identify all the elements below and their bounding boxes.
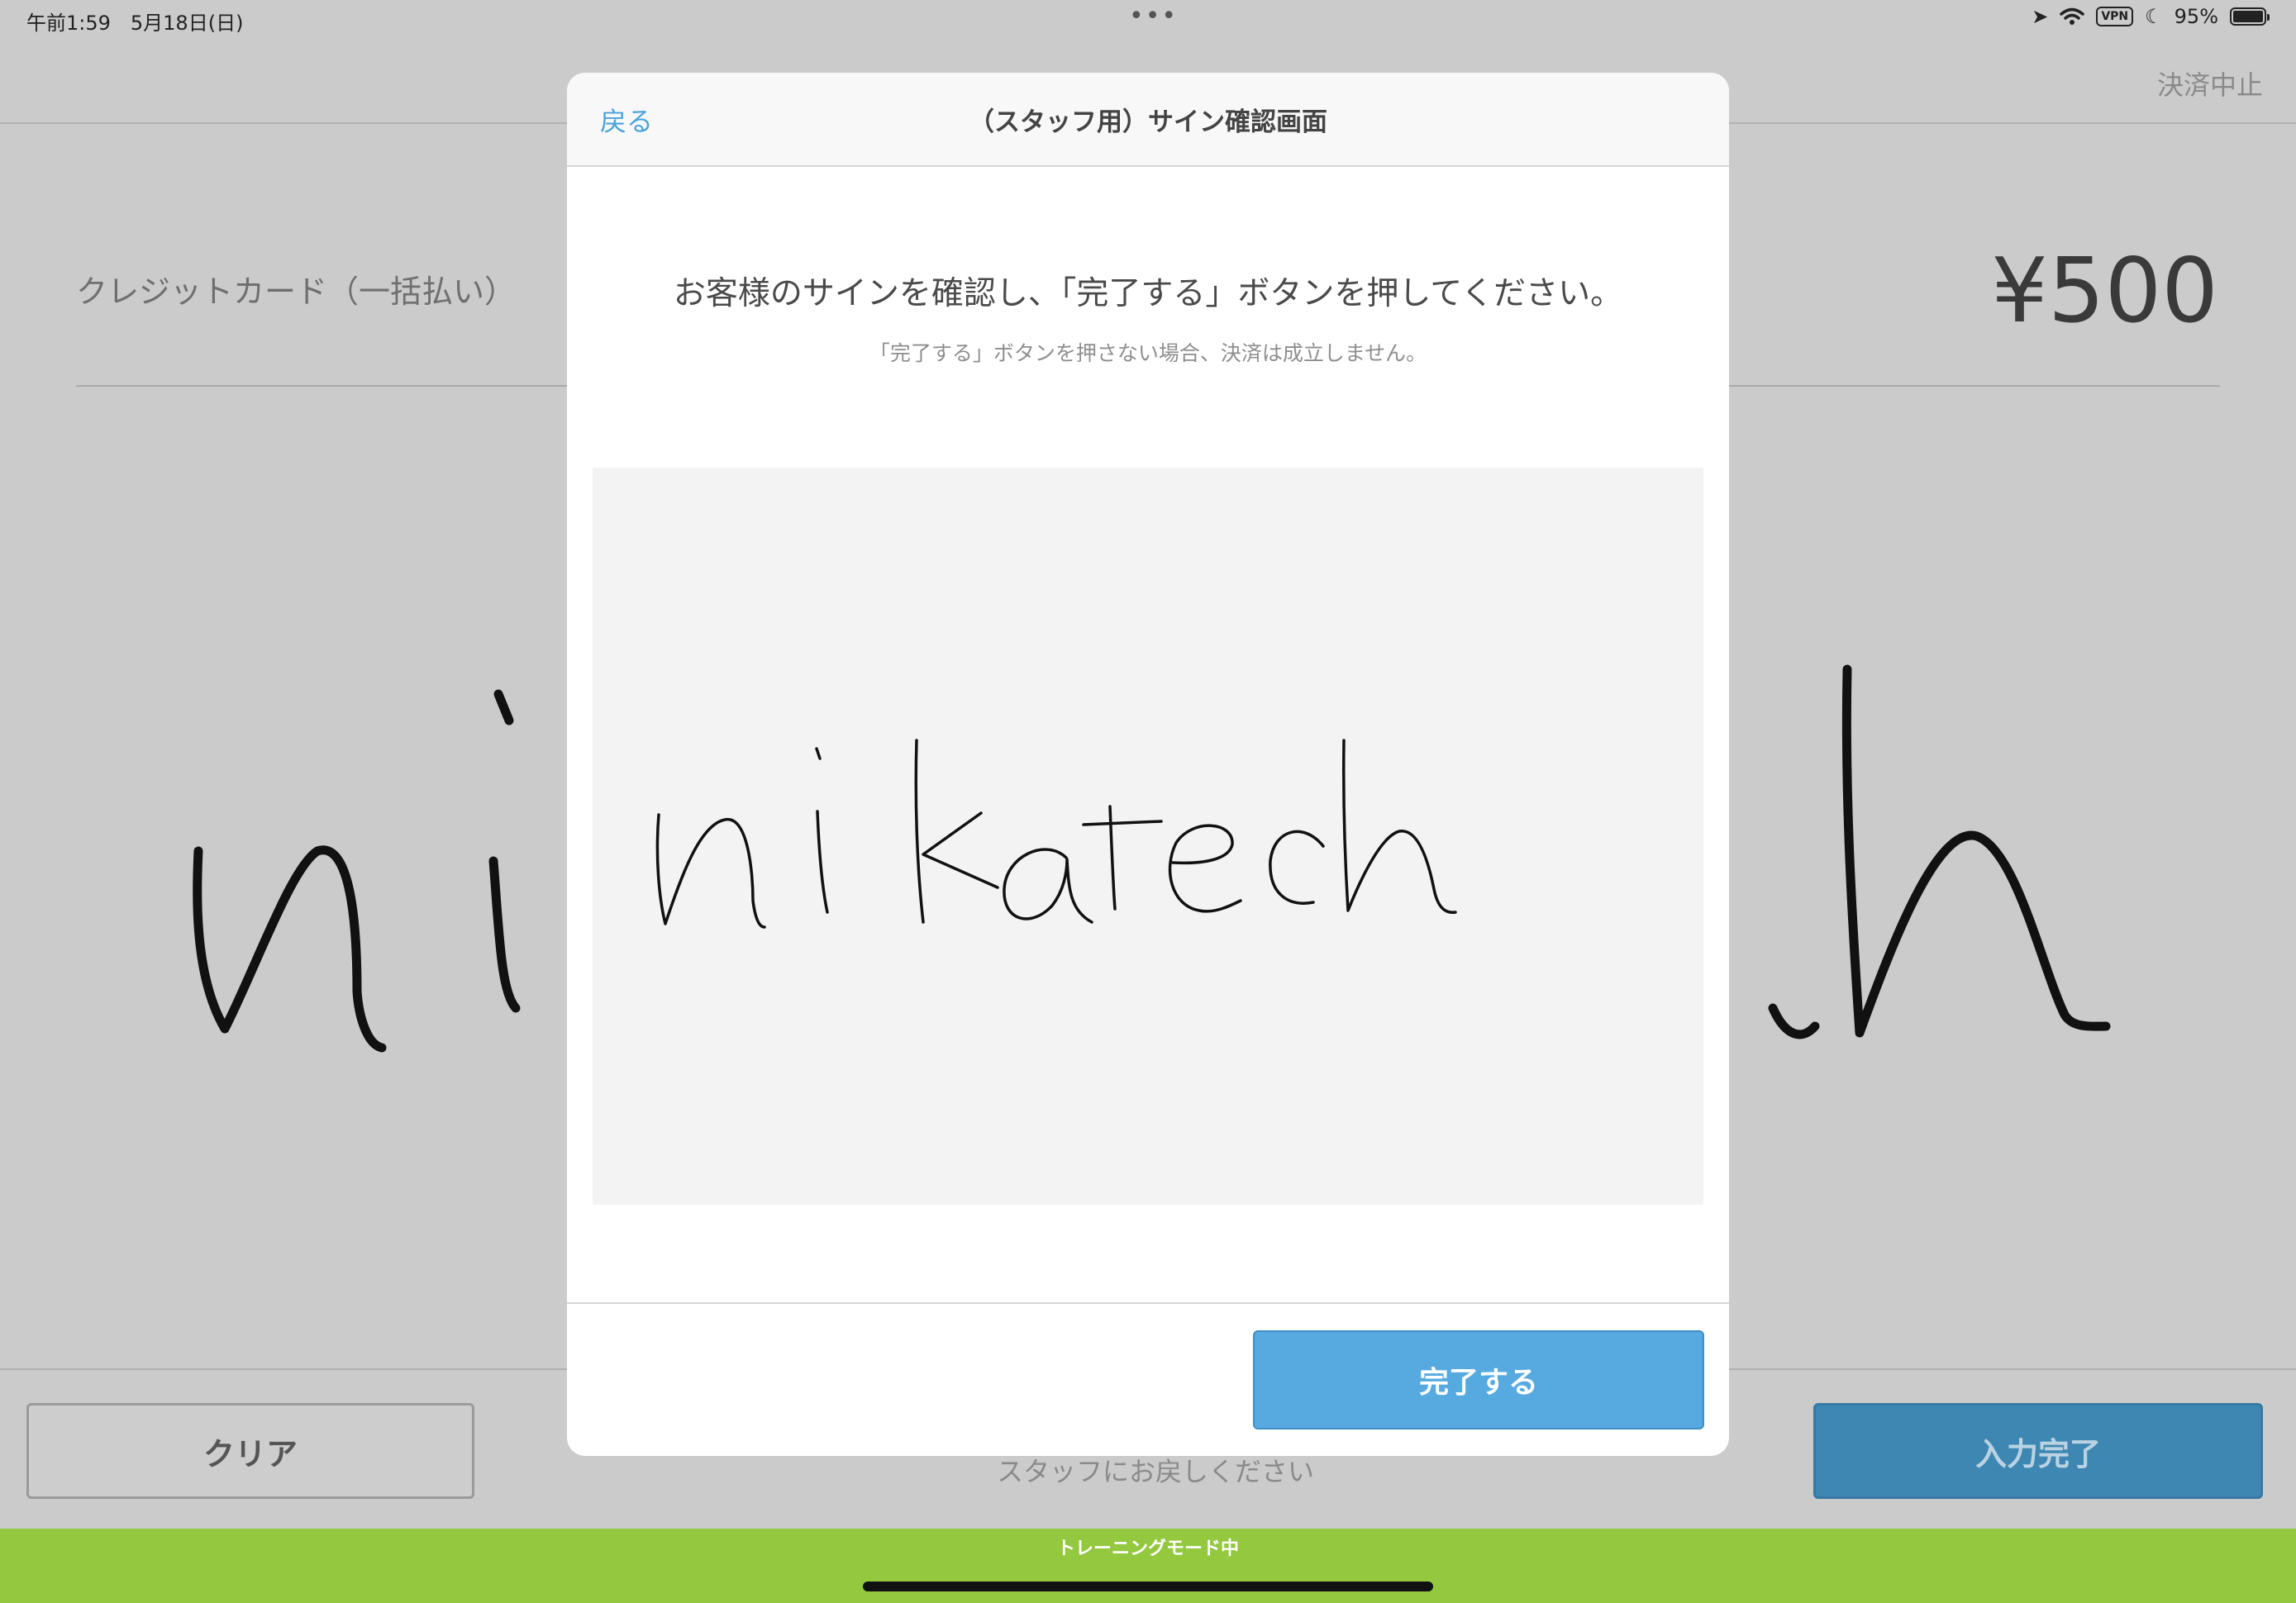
payment-method-label: クレジットカード（一括払い） [76,274,517,310]
battery-percent: 95% [2174,5,2218,28]
clear-button[interactable]: クリア [26,1403,474,1499]
wifi-icon [2060,7,2085,25]
training-mode-label: トレーニングモード中 [1056,1539,1239,1559]
cancel-payment-button[interactable]: 決済中止 [2157,64,2263,102]
multitasking-dots-icon[interactable]: ••• [1129,2,1178,31]
modal-title: （スタッフ用）サイン確認画面 [969,107,1327,137]
status-bar: 午前1:59 5月18日(日) ••• ➤ VPN ☾ 95% [0,0,2296,40]
payment-amount: ¥500 [1991,240,2218,343]
signature-preview [593,468,1703,1205]
input-done-button[interactable]: 入力完了 [1813,1403,2263,1499]
location-arrow-icon: ➤ [2032,5,2049,28]
status-time: 午前1:59 5月18日(日) [26,12,244,35]
moon-icon: ☾ [2145,5,2163,28]
confirm-warning: 「完了する」ボタンを押さない場合、決済は成立しません。 [869,341,1427,365]
return-to-staff-hint: スタッフにお戻しください [997,1456,1315,1487]
status-indicators: ➤ VPN ☾ 95% [2032,5,2270,28]
battery-icon [2230,7,2270,26]
complete-button[interactable]: 完了する [1253,1330,1704,1429]
training-mode-bar: トレーニングモード中 [0,1529,2296,1603]
signature-drawing [655,739,1457,929]
home-indicator[interactable] [863,1582,1433,1591]
confirm-instruction: お客様のサインを確認し、「完了する」ボタンを押してください。 [673,275,1623,312]
vpn-badge: VPN [2096,7,2134,26]
signature-confirm-modal: 戻る （スタッフ用）サイン確認画面 お客様のサインを確認し、「完了する」ボタンを… [567,73,1729,1456]
modal-nav-bar: 戻る （スタッフ用）サイン確認画面 [567,73,1729,167]
